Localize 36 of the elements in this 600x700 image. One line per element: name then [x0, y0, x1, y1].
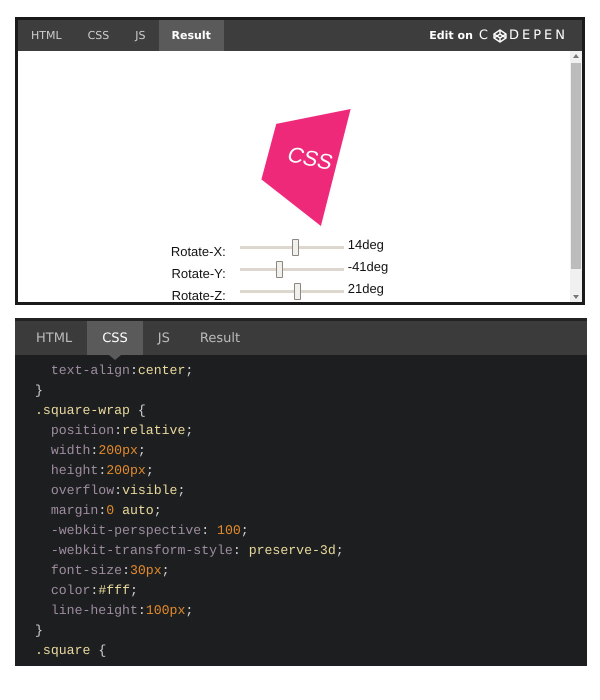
- code-line: line-height:100px;: [50, 602, 194, 620]
- tab[interactable]: CSS: [74, 20, 122, 51]
- code-line: .square {: [35, 642, 106, 660]
- slider-thumb[interactable]: [294, 282, 301, 300]
- tab[interactable]: HTML: [18, 20, 75, 51]
- edit-on-codepen-link[interactable]: Edit on C DEPEN: [429, 20, 582, 51]
- code-line: font-size:30px;: [50, 562, 170, 580]
- code-line: height:200px;: [50, 462, 154, 480]
- cube-icon: [492, 28, 507, 42]
- slider-label: Rotate-Z:: [170, 288, 226, 302]
- slider-value: -41deg: [348, 258, 388, 274]
- tab-pointer: [108, 355, 121, 360]
- slider-label: Rotate-Y:: [170, 266, 226, 280]
- code-line: }: [35, 622, 43, 640]
- slider-thumb[interactable]: [292, 238, 299, 256]
- tab[interactable]: Result: [158, 20, 224, 51]
- slider-thumb[interactable]: [276, 260, 284, 278]
- rotated-square-drawing: CSS: [261, 108, 351, 226]
- slider-value: 21deg: [348, 280, 384, 296]
- code-line: overflow:visible;: [50, 482, 186, 500]
- slider-label: Rotate-X:: [170, 244, 226, 258]
- code-line: -webkit-perspective: 100;: [50, 522, 249, 540]
- code-line: .square-wrap {: [35, 402, 146, 420]
- tab[interactable]: HTML: [21, 321, 88, 355]
- tab[interactable]: Result: [184, 321, 256, 355]
- code-line: -webkit-transform-style: preserve-3d;: [50, 542, 344, 560]
- code-line: color:#fff;: [50, 582, 138, 600]
- scrollbar[interactable]: [570, 51, 582, 302]
- code-line: }: [35, 382, 43, 400]
- code-line: margin:0 auto;: [50, 502, 162, 520]
- slider-value: 14deg: [348, 236, 384, 252]
- code-line: position:relative;: [50, 422, 194, 440]
- code-line: width:200px;: [50, 442, 146, 460]
- code-line: text-align:center;: [50, 362, 194, 380]
- tab[interactable]: JS: [142, 321, 185, 355]
- tab[interactable]: JS: [122, 20, 159, 51]
